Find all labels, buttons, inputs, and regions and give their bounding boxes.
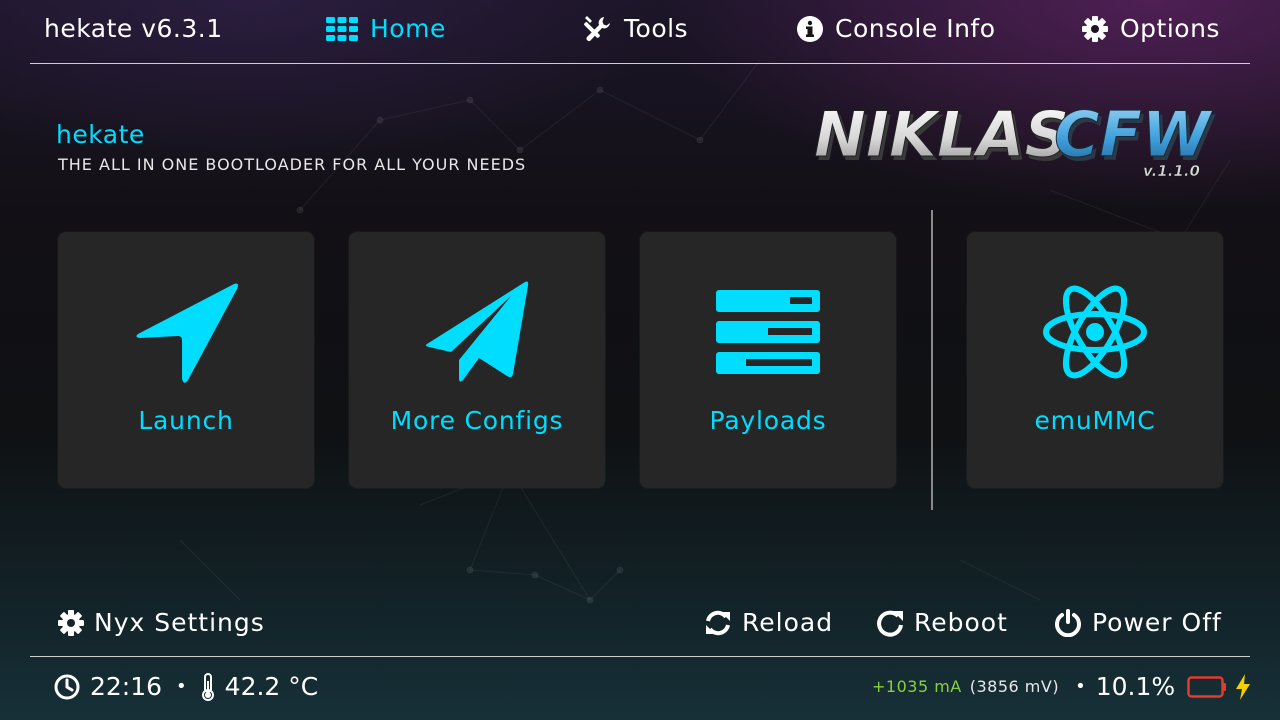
server-stack-icon [716,290,820,374]
status-left: 22:16 • 42.2 °C [54,672,318,701]
atom-icon [1043,285,1147,379]
battery-low-icon [1187,675,1227,698]
status-separator: • [176,676,187,697]
tile-separator [931,210,933,510]
battery-voltage: (3856 mV) [969,677,1060,696]
clock-icon [54,674,80,699]
tools-icon [584,15,610,41]
navigation-arrow-icon [136,283,238,383]
info-icon [797,15,823,42]
gear-icon [58,609,84,636]
reboot-label: Reboot [914,608,1008,637]
power-off-label: Power Off [1092,608,1222,637]
charging-bolt-icon [1236,673,1251,700]
launch-label: Launch [138,406,234,435]
logo-text-cfw: CFW [1054,98,1213,171]
logo-version: v.1.1.0 [1143,162,1200,180]
grid-icon [326,16,358,41]
reload-button[interactable]: Reload [704,608,833,637]
reboot-button[interactable]: Reboot [876,608,1008,637]
nyx-settings-button[interactable]: Nyx Settings [58,608,265,637]
niklascfw-logo: NIKLAS NIKLAS CFW CFW v.1.1.0 [814,98,1216,181]
top-divider [30,63,1250,64]
paper-plane-icon [425,281,529,382]
power-off-button[interactable]: Power Off [1054,608,1222,637]
logo-text-niklas: NIKLAS [814,98,1069,171]
thermometer-icon [201,672,214,701]
battery-current: +1035 mA [872,677,962,696]
battery-percent: 10.1% [1095,672,1176,701]
more-configs-button[interactable]: More Configs [349,232,605,488]
bottom-divider [30,656,1250,657]
more-configs-label: More Configs [390,406,564,435]
status-right: +1035 mA (3856 mV) • 10.1% [872,672,1251,701]
tab-home-label: Home [370,14,446,43]
temperature: 42.2 °C [224,672,319,701]
reload-label: Reload [742,608,834,637]
emummc-label: emuMMC [1034,406,1156,435]
reboot-icon [877,610,903,637]
status-separator-2: • [1075,676,1086,697]
tab-console-info[interactable]: Console Info [797,14,996,43]
power-icon [1055,608,1081,637]
emummc-button[interactable]: emuMMC [967,232,1223,488]
launch-button[interactable]: Launch [58,232,314,488]
top-bar: hekate v6.3.1 Home Tools Console Info Op… [0,0,1280,64]
nyx-settings-label: Nyx Settings [94,608,265,637]
brand-subtitle: THE ALL IN ONE BOOTLOADER FOR ALL YOUR N… [58,155,527,174]
brand-title: hekate [56,120,145,149]
tab-options-label: Options [1120,14,1220,43]
gear-icon [1082,15,1108,42]
tab-tools-label: Tools [624,14,689,43]
tab-tools[interactable]: Tools [584,14,688,43]
app-version: hekate v6.3.1 [44,14,223,43]
payloads-label: Payloads [709,406,827,435]
clock-time: 22:16 [90,672,163,701]
payloads-button[interactable]: Payloads [640,232,896,488]
tab-console-info-label: Console Info [835,14,996,43]
tab-home[interactable]: Home [326,14,446,43]
reload-icon [706,610,730,635]
tab-options[interactable]: Options [1082,14,1220,43]
